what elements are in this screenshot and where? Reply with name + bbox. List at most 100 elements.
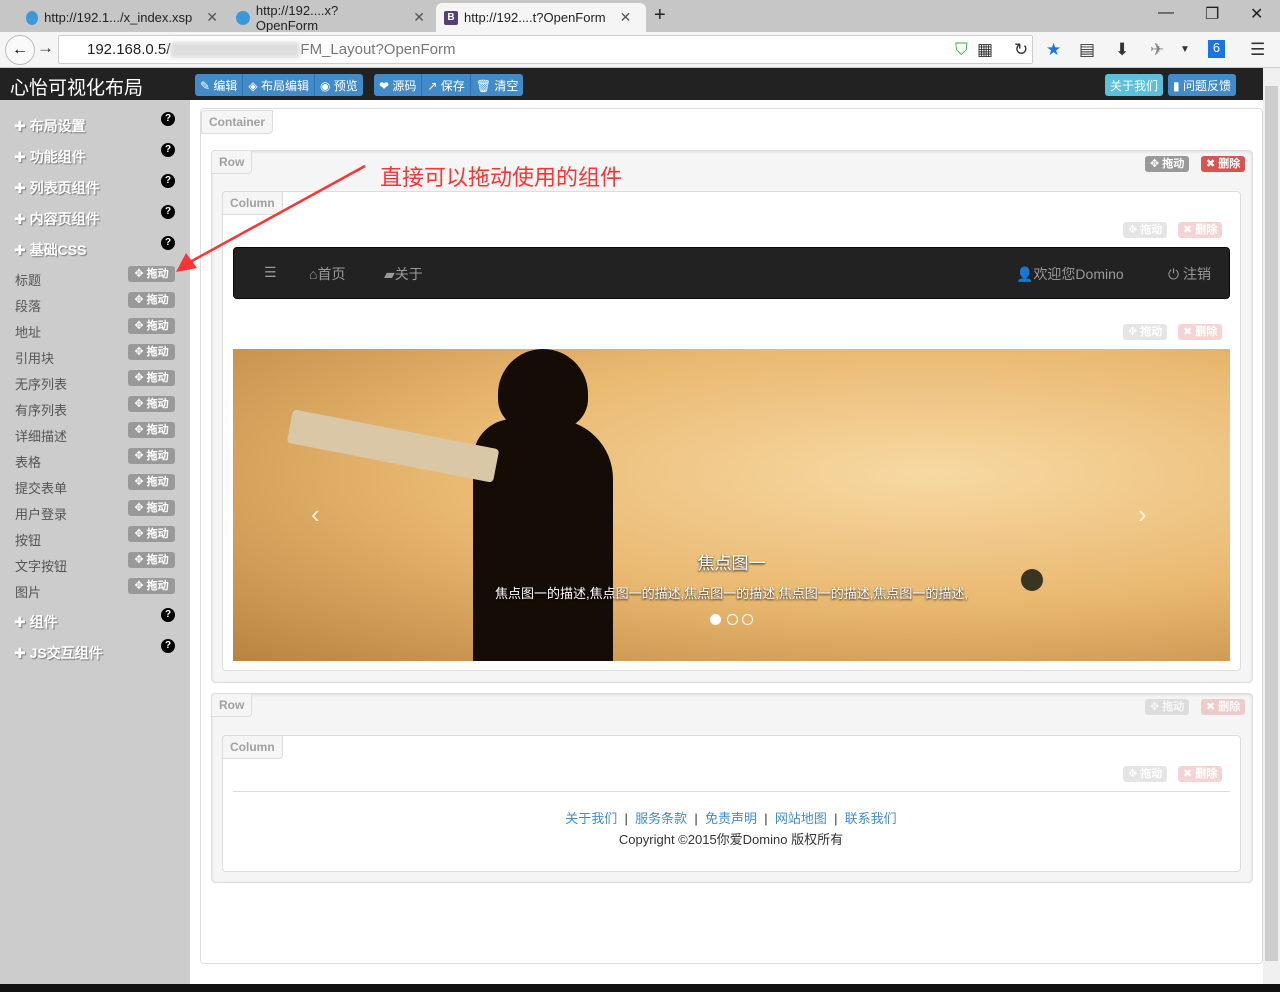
footer-link[interactable]: 网站地图 (775, 811, 827, 826)
qr-code-icon[interactable]: ▦ (977, 40, 993, 60)
sidebar-item: 段落 (15, 299, 42, 314)
column-label: Column (222, 191, 283, 215)
edit-button[interactable]: ✎ 编辑 (195, 74, 244, 96)
column-block[interactable]: Column ✥ 拖动 ✖ 删除 (222, 735, 1241, 872)
source-button[interactable]: ❤ 源码 (374, 74, 423, 96)
drag-handle[interactable]: ✥ 拖动 (128, 474, 175, 490)
row-block[interactable]: Row ✥ 拖动 ✖ 删除 Column ✥ 拖动 ✖ 删除 (211, 693, 1253, 883)
reading-list-icon[interactable]: ▤ (1079, 40, 1095, 60)
dropdown-icon[interactable]: ▼ (1180, 44, 1190, 55)
feedback-group: ▮ 问题反馈 (1168, 74, 1236, 96)
drag-handle[interactable]: ✥ 拖动 (1123, 222, 1168, 238)
sidebar-item: 无序列表 (15, 377, 68, 392)
layout-edit-button[interactable]: ◈ 布局编辑 (243, 74, 315, 96)
help-icon[interactable]: ? (161, 112, 175, 126)
carousel-prev-arrow[interactable]: ‹ (311, 499, 320, 530)
sidebar-item: 引用块 (15, 351, 55, 366)
clear-button[interactable]: 🗑 清空 (470, 74, 524, 96)
minimize-button[interactable]: — (1158, 4, 1174, 22)
sidebar-item: 标题 (15, 273, 42, 288)
restore-button[interactable]: ❐ (1205, 4, 1219, 24)
back-button[interactable]: ← (5, 35, 35, 65)
feedback-button[interactable]: ▮ 问题反馈 (1168, 74, 1236, 96)
help-icon[interactable]: ? (161, 205, 175, 219)
drag-handle[interactable]: ✥ 拖动 (128, 318, 175, 334)
menu-icon[interactable]: ☰ (1250, 40, 1265, 60)
list-icon[interactable]: ☰ (264, 264, 277, 281)
sidebar-section-js[interactable]: ✚ JS交互组件 (14, 643, 103, 663)
edit-button-group: ✎ 编辑 ◈ 布局编辑 ◉ 预览 (195, 74, 363, 96)
drag-handle[interactable]: ✥ 拖动 (128, 578, 175, 594)
sidebar-item: 地址 (15, 325, 42, 340)
nav-welcome[interactable]: 👤欢迎您Domino (1016, 264, 1124, 284)
carousel-indicator[interactable] (742, 614, 753, 625)
shield-icon[interactable]: ⛉ (955, 40, 968, 60)
carousel-indicator[interactable] (727, 614, 738, 625)
drag-handle[interactable]: ✥ 拖动 (1145, 156, 1190, 172)
app-brand[interactable]: 心怡可视化布局 (10, 73, 143, 100)
scrollbar-thumb[interactable] (1265, 86, 1278, 961)
sidebar-section-css[interactable]: ✚ 基础CSS (14, 240, 86, 260)
sidebar-section-content[interactable]: ✚ 内容页组件 (14, 209, 100, 229)
nav-home[interactable]: ⌂首页 (309, 264, 345, 284)
sidebar-section-layout[interactable]: ✚ 布局设置 (14, 116, 86, 136)
forward-button[interactable]: → (37, 38, 54, 58)
new-tab-button[interactable]: + (654, 4, 666, 27)
carousel-indicator-active[interactable] (710, 614, 721, 625)
drag-handle[interactable]: ✥ 拖动 (1145, 699, 1190, 715)
bootstrap-icon: B (444, 10, 458, 25)
save-button[interactable]: ↗ 保存 (422, 74, 471, 96)
close-tab-icon[interactable]: ✕ (413, 9, 425, 26)
nav-about[interactable]: ▰关于 (384, 264, 423, 284)
help-icon[interactable]: ? (161, 608, 175, 622)
drag-handle[interactable]: ✥ 拖动 (128, 500, 175, 516)
preview-button[interactable]: ◉ 预览 (314, 74, 363, 96)
close-tab-icon[interactable]: ✕ (620, 9, 632, 26)
delete-button[interactable]: ✖ 删除 (1201, 156, 1246, 172)
extension-icon[interactable]: ✈ (1150, 40, 1164, 60)
drag-handle[interactable]: ✥ 拖动 (1123, 324, 1168, 340)
carousel-next-arrow[interactable]: › (1138, 499, 1147, 530)
help-icon[interactable]: ? (161, 174, 175, 188)
app-navbar: 心怡可视化布局 ✎ 编辑 ◈ 布局编辑 ◉ 预览 ❤ 源码 ↗ 保存 🗑 清空 … (0, 68, 1263, 100)
drag-handle[interactable]: ✥ 拖动 (128, 370, 175, 386)
help-icon[interactable]: ? (161, 639, 175, 653)
addon-icon[interactable]: 6 (1208, 40, 1225, 58)
reload-icon[interactable]: ↻ (1014, 40, 1028, 60)
drag-handle[interactable]: ✥ 拖动 (128, 422, 175, 438)
nav-logout[interactable]: ⏻ 注销 (1168, 264, 1211, 284)
about-us-button[interactable]: 关于我们 (1105, 74, 1164, 96)
sidebar-section-list[interactable]: ✚ 列表页组件 (14, 178, 100, 198)
url-input[interactable]: 192.168.0.5/FM_Layout?OpenForm (58, 35, 1033, 64)
footer-link[interactable]: 联系我们 (845, 811, 897, 826)
help-icon[interactable]: ? (161, 236, 175, 250)
drag-handle[interactable]: ✥ 拖动 (1123, 766, 1168, 782)
sidebar-section-function[interactable]: ✚ 功能组件 (14, 147, 86, 167)
sidebar-item: 用户登录 (15, 507, 68, 522)
delete-button[interactable]: ✖ 删除 (1178, 222, 1223, 238)
close-window-button[interactable]: ✕ (1250, 4, 1263, 24)
drag-handle[interactable]: ✥ 拖动 (128, 344, 175, 360)
close-tab-icon[interactable]: ✕ (206, 9, 218, 26)
download-icon[interactable]: ⬇ (1115, 40, 1129, 60)
drag-handle[interactable]: ✥ 拖动 (128, 266, 175, 282)
browser-tab[interactable]: http://192....x?OpenForm ✕ (228, 3, 433, 33)
row-label: Row (211, 693, 253, 717)
drag-handle[interactable]: ✥ 拖动 (128, 448, 175, 464)
drag-handle[interactable]: ✥ 拖动 (128, 396, 175, 412)
help-icon[interactable]: ? (161, 143, 175, 157)
bookmark-star-icon[interactable]: ★ (1046, 40, 1061, 60)
delete-button[interactable]: ✖ 删除 (1178, 766, 1223, 782)
footer-link[interactable]: 关于我们 (565, 811, 617, 826)
delete-button[interactable]: ✖ 删除 (1178, 324, 1223, 340)
footer-link[interactable]: 免责声明 (705, 811, 757, 826)
sidebar-section-components[interactable]: ✚ 组件 (14, 612, 58, 632)
drag-handle[interactable]: ✥ 拖动 (128, 552, 175, 568)
browser-tab[interactable]: http://192.1.../x_index.xsp ✕ (18, 3, 226, 32)
drag-handle[interactable]: ✥ 拖动 (128, 526, 175, 542)
about-group: 关于我们 (1105, 74, 1164, 96)
browser-tab-active[interactable]: Bhttp://192....t?OpenForm ✕ (436, 3, 646, 32)
delete-button[interactable]: ✖ 删除 (1201, 699, 1246, 715)
drag-handle[interactable]: ✥ 拖动 (128, 292, 175, 308)
footer-link[interactable]: 服务条款 (635, 811, 687, 826)
